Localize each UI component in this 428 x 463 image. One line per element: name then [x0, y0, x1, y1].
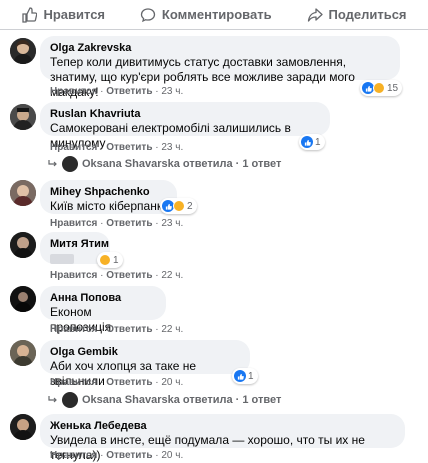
comment-time[interactable]: 20 ч.: [161, 450, 183, 461]
comment-time[interactable]: 22 ч.: [161, 324, 183, 335]
reply-link[interactable]: Ответить: [106, 324, 152, 335]
view-replies-link[interactable]: Oksana Shavarska ответила · 1 ответ: [48, 156, 281, 172]
haha-reaction-icon: [173, 200, 185, 212]
reply-link[interactable]: Ответить: [106, 450, 152, 461]
avatar[interactable]: [10, 286, 36, 312]
reaction-count: 1: [315, 136, 321, 148]
haha-reaction-icon: [99, 254, 111, 266]
avatar[interactable]: [10, 180, 36, 206]
reply-arrow-icon: [48, 160, 57, 167]
comment-bubble: Анна Попова Економ пропозиція: [40, 286, 166, 334]
comment-meta: Нравится · Ответить · 23 ч.: [50, 86, 184, 97]
reply-link[interactable]: Ответить: [106, 270, 152, 281]
reactions-summary[interactable]: 1: [299, 134, 325, 150]
like-link[interactable]: Нравится: [50, 270, 97, 281]
comment-time[interactable]: 23 ч.: [161, 218, 183, 229]
view-replies-link[interactable]: Oksana Shavarska ответила · 1 ответ: [48, 392, 281, 408]
comment-author[interactable]: Olga Zakrevska: [50, 41, 390, 55]
like-reaction-icon: [301, 136, 313, 148]
reply-link[interactable]: Ответить: [106, 218, 152, 229]
like-link[interactable]: Нравится: [50, 450, 97, 461]
reaction-count: 15: [387, 82, 399, 94]
comment-icon: [140, 7, 156, 22]
replies-summary: Oksana Shavarska ответила · 1 ответ: [82, 394, 282, 406]
comment-meta: Нравится · Ответить · 23 ч.: [50, 218, 184, 229]
comment-meta: Нравится · Ответить · 23 ч.: [50, 142, 184, 153]
comment-meta: Нравится · Ответить · 22 ч.: [50, 270, 184, 281]
reply-avatar: [62, 392, 78, 408]
comment-bubble: Ruslan Khavriuta Самокеровані електромоб…: [40, 102, 330, 150]
reaction-count: 2: [187, 200, 193, 212]
comment-bubble: Женька Лебедева Увидела в инсте, ещё под…: [40, 414, 405, 462]
like-link[interactable]: Нравится: [50, 86, 97, 97]
share-button-label: Поделиться: [328, 7, 407, 22]
reply-avatar: [62, 156, 78, 172]
reactions-summary[interactable]: 2: [160, 198, 197, 214]
post-action-bar: Нравится Комментировать Поделиться: [0, 0, 428, 30]
reactions-summary[interactable]: 15: [360, 80, 403, 96]
reaction-count: 1: [113, 254, 119, 266]
comment-bubble: Olga Zakrevska Тепер коли дивитимусь ста…: [40, 36, 400, 99]
like-link[interactable]: Нравится: [50, 218, 97, 229]
like-link[interactable]: Нравится: [50, 324, 97, 335]
share-button[interactable]: Поделиться: [307, 7, 407, 23]
avatar[interactable]: [10, 104, 36, 130]
comment-bubble: Olga Gembik Аби хоч хлопця за таке не зв…: [40, 340, 250, 388]
comment-button-label: Комментировать: [161, 7, 272, 22]
avatar[interactable]: [10, 340, 36, 366]
comment-author[interactable]: Mihey Shpachenko: [50, 185, 167, 199]
replies-summary: Oksana Shavarska ответила · 1 ответ: [82, 158, 282, 170]
like-link[interactable]: Нравится: [50, 377, 97, 388]
comment-meta: Нравится · Ответить · 22 ч.: [50, 324, 184, 335]
comment-button[interactable]: Комментировать: [140, 7, 272, 23]
like-reaction-icon: [234, 370, 246, 382]
avatar[interactable]: [10, 232, 36, 258]
like-button[interactable]: Нравится: [21, 6, 106, 23]
reply-link[interactable]: Ответить: [106, 377, 152, 388]
comment-text: [50, 251, 100, 266]
share-icon: [307, 7, 323, 22]
comment-time[interactable]: 22 ч.: [161, 270, 183, 281]
comment-meta: Нравится · Ответить · 20 ч.: [50, 450, 184, 461]
avatar[interactable]: [10, 414, 36, 440]
comment-time[interactable]: 20 ч.: [161, 377, 183, 388]
comment-author[interactable]: Митя Ятим: [50, 237, 109, 251]
comment-author[interactable]: Ruslan Khavriuta: [50, 107, 320, 121]
reply-link[interactable]: Ответить: [106, 142, 152, 153]
thumbs-up-icon: [22, 6, 38, 23]
comment-time[interactable]: 23 ч.: [161, 86, 183, 97]
reply-arrow-icon: [48, 396, 57, 403]
avatar[interactable]: [10, 38, 36, 64]
like-link[interactable]: Нравится: [50, 142, 97, 153]
reactions-summary[interactable]: 1: [232, 368, 258, 384]
haha-reaction-icon: [373, 82, 385, 94]
reactions-summary[interactable]: 1: [97, 252, 123, 268]
comment-time[interactable]: 23 ч.: [161, 142, 183, 153]
reaction-count: 1: [248, 370, 254, 382]
comment-author[interactable]: Женька Лебедева: [50, 419, 395, 433]
comment-text: Київ місто кіберпанк: [50, 199, 163, 213]
comment-meta: Нравится · Ответить · 20 ч.: [50, 377, 184, 388]
comment-bubble: Mihey Shpachenko Київ місто кіберпанк: [40, 180, 177, 214]
comment-author[interactable]: Анна Попова: [50, 291, 156, 305]
reply-link[interactable]: Ответить: [106, 86, 152, 97]
like-button-label: Нравится: [43, 7, 106, 22]
comment-author[interactable]: Olga Gembik: [50, 345, 240, 359]
blurred-text: [50, 253, 74, 264]
